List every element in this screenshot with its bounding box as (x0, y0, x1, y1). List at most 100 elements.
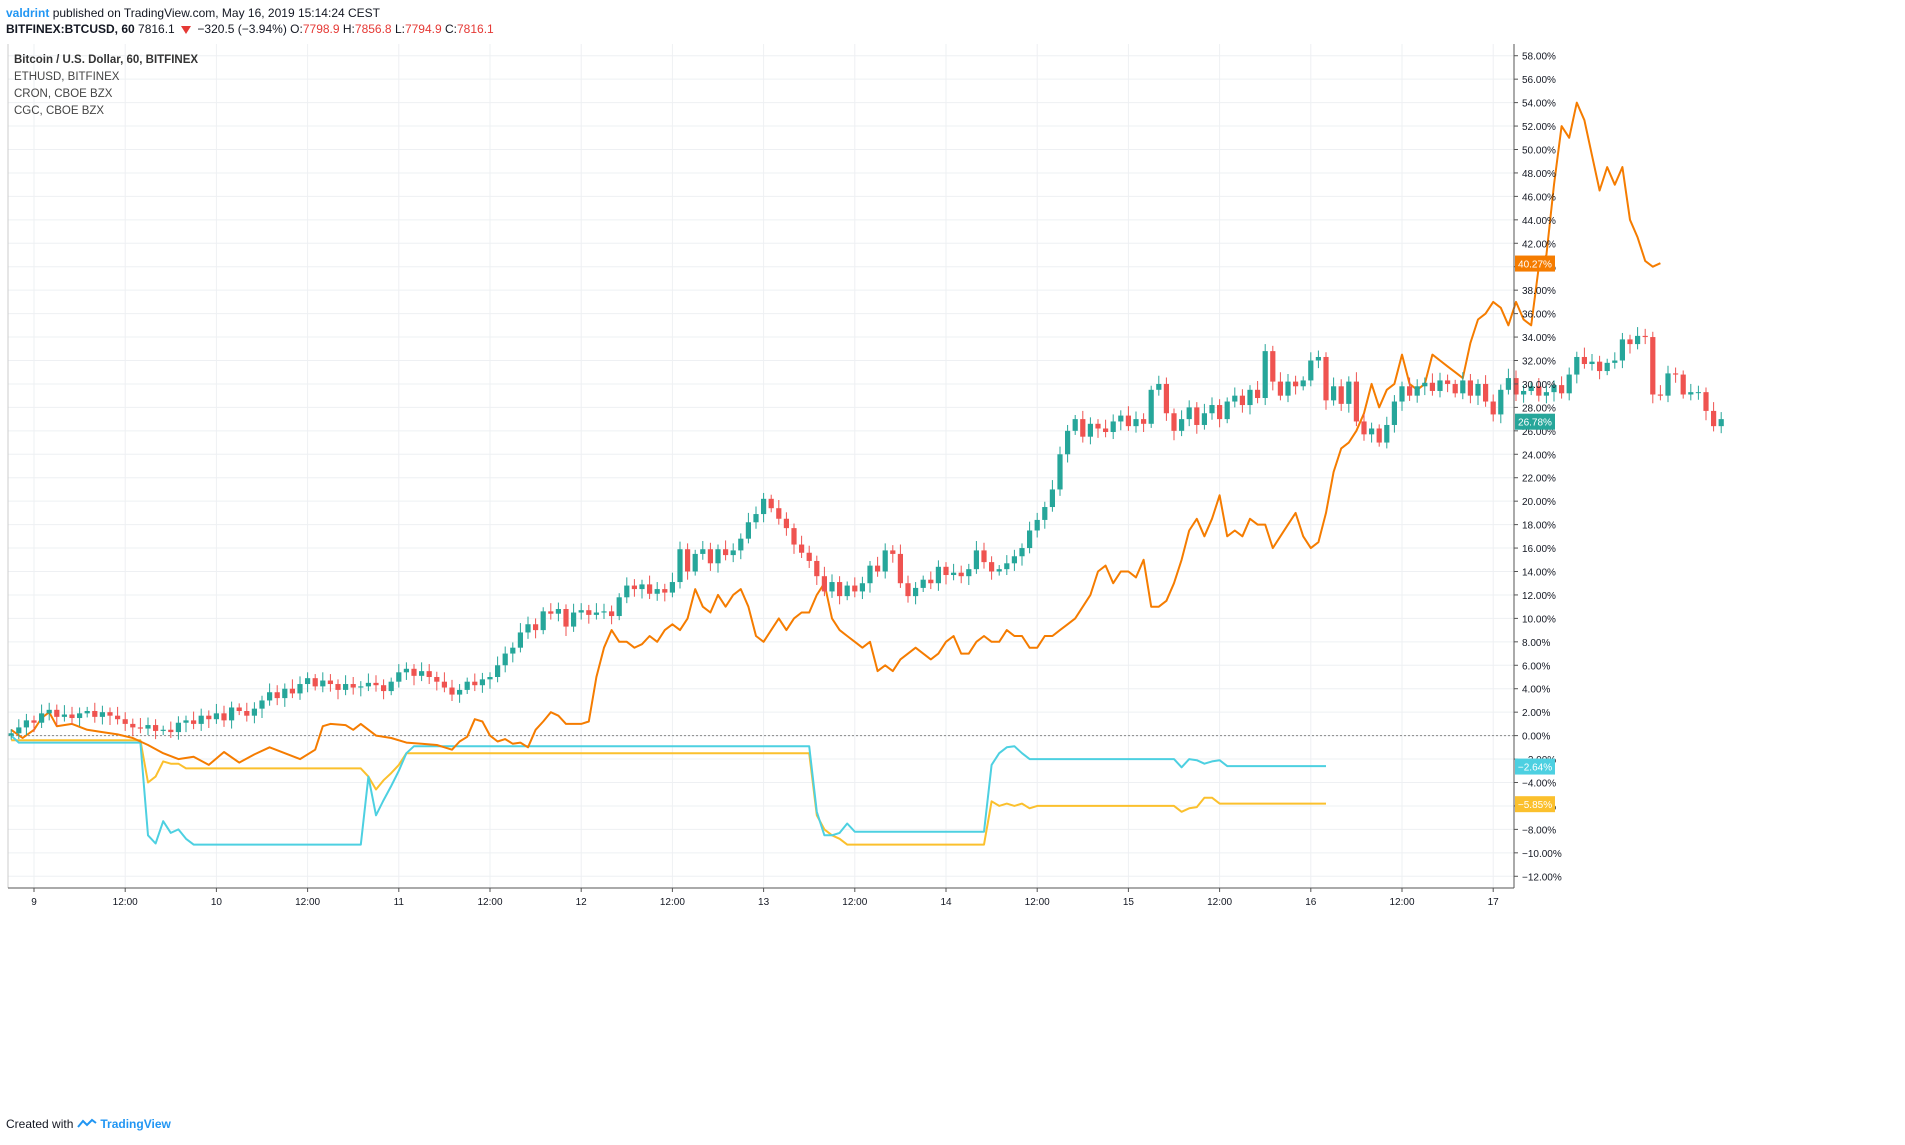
price-chart[interactable]: 58.00% 56.00% 54.00% 52.00% 50.00% 48.00% 46.0… (0, 44, 1905, 1110)
price-change: −320.5 (−3.94%) (197, 22, 287, 36)
candle-body (882, 550, 888, 572)
tradingview-icon (77, 1118, 97, 1128)
candle-body (1627, 339, 1633, 345)
y-tick-label: −10.00% (1522, 849, 1562, 860)
candle-body (1125, 415, 1131, 427)
candle-body (1072, 419, 1078, 431)
last-value-text: −2.64% (1518, 763, 1552, 774)
candle-body (1323, 356, 1329, 401)
candle-body (1642, 335, 1648, 338)
candle-body (92, 710, 98, 717)
candle-body (989, 562, 995, 572)
x-tick-label: 12:00 (295, 897, 320, 908)
candle-body (1604, 362, 1610, 372)
candle-body (1483, 383, 1489, 402)
candle-body (251, 708, 257, 716)
candle-body (1467, 380, 1473, 396)
candle-body (791, 528, 797, 545)
y-tick-label: −4.00% (1522, 779, 1556, 790)
candle-body (1353, 381, 1359, 422)
candle-body (616, 597, 622, 617)
candle-body (1315, 356, 1321, 361)
candle-body (61, 714, 67, 717)
candle-body (84, 710, 90, 714)
x-tick-label: 11 (394, 897, 405, 908)
candle-body (517, 632, 523, 648)
candle-body (1619, 339, 1625, 361)
candle-body (669, 582, 675, 593)
candle-body (1521, 390, 1527, 395)
candle-body (563, 609, 569, 627)
candle-body (1384, 424, 1390, 443)
candle-body (867, 565, 873, 584)
candle-body (1224, 401, 1230, 420)
candle-body (373, 682, 379, 686)
candle-body (1285, 381, 1291, 396)
candle-body (829, 582, 835, 592)
candle-body (137, 727, 143, 729)
y-tick-label: 32.00% (1522, 357, 1556, 368)
candle-body (1065, 430, 1071, 455)
candle-body (441, 681, 447, 688)
candle-body (335, 684, 341, 690)
candle-body (700, 549, 706, 554)
candle-body (1300, 380, 1306, 387)
candle-body (935, 566, 941, 584)
tradingview-brand: TradingView (100, 1117, 171, 1131)
candle-body (1346, 381, 1352, 404)
candle-body (852, 585, 858, 592)
candle-body (897, 553, 903, 584)
close-value: 7816.1 (457, 22, 494, 36)
legend-item-ethusd[interactable]: ETHUSD, BITFINEX (14, 69, 198, 86)
candle-body (540, 611, 546, 631)
candle-body (677, 549, 683, 583)
published-text: published on TradingView.com, May 16, 20… (52, 6, 381, 20)
candle-body (837, 582, 843, 597)
y-tick-label: 50.00% (1522, 146, 1556, 157)
y-tick-label: 16.00% (1522, 544, 1556, 555)
candle-body (1179, 419, 1185, 431)
candle-body (1103, 428, 1109, 433)
author-link[interactable]: valdrint (6, 6, 49, 20)
candle-body (1080, 419, 1086, 437)
candle-body (1665, 373, 1671, 396)
candle-body (510, 647, 516, 654)
candle-body (229, 707, 235, 721)
candle-body (905, 583, 911, 597)
candle-body (502, 653, 508, 666)
candle-body (1688, 392, 1694, 395)
candle-body (1095, 423, 1101, 429)
candle-body (221, 713, 227, 721)
y-tick-label: 2.00% (1522, 708, 1550, 719)
candle-body (593, 612, 599, 615)
candle-body (1118, 415, 1124, 422)
x-tick-label: 12:00 (477, 897, 502, 908)
footer: Created with TradingView (6, 1117, 171, 1131)
y-tick-label: 4.00% (1522, 685, 1550, 696)
candle-body (403, 668, 409, 673)
candle-body (69, 714, 75, 719)
legend-item-cgc[interactable]: CGC, CBOE BZX (14, 103, 198, 120)
candle-body (1209, 405, 1215, 414)
candle-body (312, 678, 318, 687)
chart-header: valdrint published on TradingView.com, M… (0, 0, 1905, 44)
candle-body (1247, 389, 1253, 406)
candle-body (951, 572, 957, 576)
legend-item-btcusd[interactable]: Bitcoin / U.S. Dollar, 60, BITFINEX (14, 52, 198, 69)
tradingview-logo[interactable]: TradingView (77, 1117, 171, 1131)
candle-body (1589, 361, 1595, 365)
y-tick-label: 8.00% (1522, 638, 1550, 649)
x-tick-label: 10 (211, 897, 223, 908)
candle-body (548, 611, 554, 614)
candle-body (168, 729, 174, 733)
candle-body (1338, 386, 1344, 404)
legend-item-cron[interactable]: CRON, CBOE BZX (14, 86, 198, 103)
candle-body (282, 688, 288, 699)
time-scale[interactable]: 9 12:00 10 12:00 11 12:00 12 12:00 13 12:00 14 12:0… (8, 887, 1514, 908)
candle-body (707, 549, 713, 564)
candle-body (77, 713, 83, 719)
x-tick-label: 12:00 (1389, 897, 1414, 908)
candle-body (943, 566, 949, 576)
candle-body (1262, 351, 1268, 399)
y-tick-label: 56.00% (1522, 75, 1556, 86)
